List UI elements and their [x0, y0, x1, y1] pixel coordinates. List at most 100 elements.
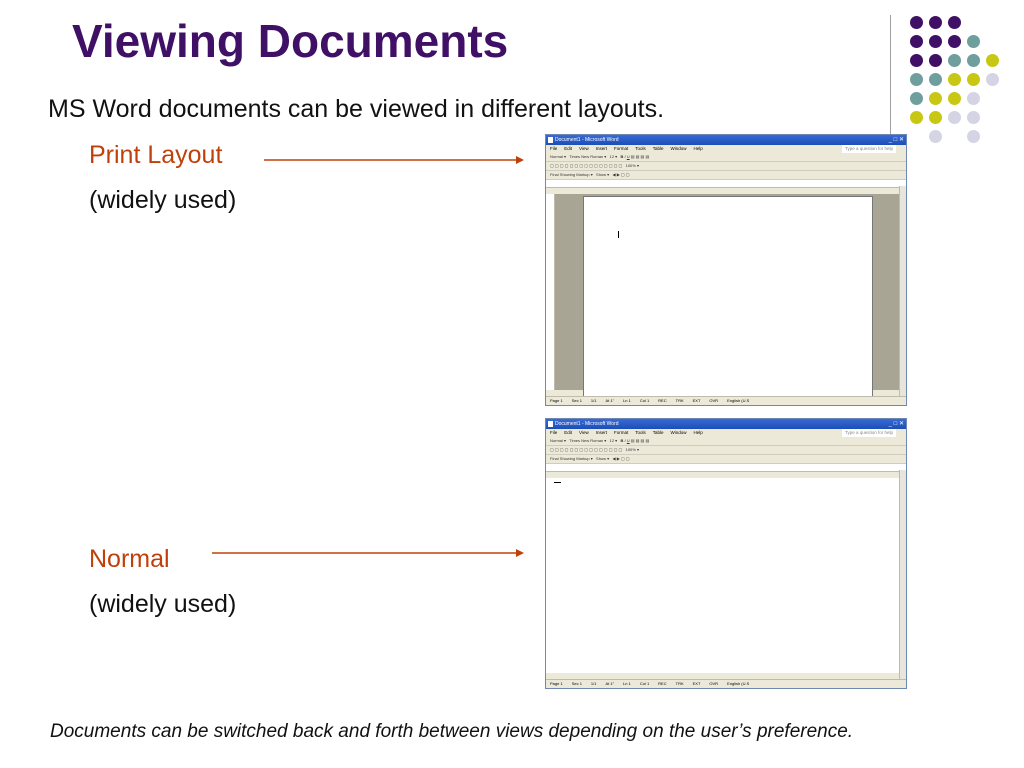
menu-item: Edit	[564, 430, 573, 435]
window-titlebar: Document1 - Microsoft Word _ □ ✕	[546, 419, 906, 429]
decorative-dot	[967, 111, 980, 124]
menu-item: View	[579, 146, 589, 151]
decorative-dot	[967, 54, 980, 67]
decorative-dot	[948, 73, 961, 86]
decorative-dot	[910, 35, 923, 48]
horizontal-ruler	[546, 464, 906, 472]
normal-arrow	[212, 549, 524, 557]
window-controls: _ □ ✕	[888, 421, 904, 427]
status-item: EXT	[692, 681, 701, 686]
decorative-dot	[929, 92, 942, 105]
text-cursor	[618, 231, 619, 238]
decorative-dot	[948, 111, 961, 124]
decorative-dot	[910, 111, 923, 124]
status-item: Page 1	[550, 398, 563, 403]
decorative-dot	[929, 16, 942, 29]
status-item: English (U.S	[727, 398, 750, 403]
menu-item: Format	[613, 146, 629, 151]
status-item: REC	[658, 681, 667, 686]
status-item: Col 1	[639, 681, 650, 686]
decorative-dot	[929, 111, 942, 124]
status-item: Sec 1	[571, 398, 582, 403]
end-of-document-mark	[554, 482, 561, 483]
menu-item: Help	[693, 146, 703, 151]
status-item: English (U.S	[727, 681, 750, 686]
status-bar: Page 1 Sec 1 1/1 At 1" Ln 1 Col 1 REC TRK EXT OVR…	[546, 396, 906, 405]
status-item: Col 1	[639, 398, 650, 403]
print-layout-note: (widely used)	[89, 186, 237, 214]
menu-item: Insert	[595, 430, 607, 435]
help-search-box: Type a question for help	[841, 145, 896, 153]
menu-item: View	[579, 430, 589, 435]
decorative-dot	[910, 73, 923, 86]
status-item: REC	[658, 398, 667, 403]
status-item: Sec 1	[571, 681, 582, 686]
menu-item: Insert	[595, 146, 607, 151]
decorative-dot	[929, 54, 942, 67]
decorative-dot	[986, 73, 999, 86]
reviewing-toolbar: Final Showing Markup ▾ Show ▾ ◀ ▶ ▢ ▢	[546, 455, 906, 464]
reviewing-toolbar: Final Showing Markup ▾ Show ▾ ◀ ▶ ▢ ▢	[546, 171, 906, 180]
menu-item: Window	[670, 146, 687, 151]
standard-toolbar: ▢ ▢ ▢ ▢ ▢ ▢ ▢ ▢ ▢ ▢ ▢ ▢ ▢ ▢ ▢ 100% ▾	[546, 162, 906, 171]
vertical-ruler	[546, 194, 555, 390]
status-item: OVR	[709, 398, 719, 403]
decorative-dot	[948, 16, 961, 29]
status-item: TRK	[675, 398, 684, 403]
standard-toolbar: ▢ ▢ ▢ ▢ ▢ ▢ ▢ ▢ ▢ ▢ ▢ ▢ ▢ ▢ ▢ 100% ▾	[546, 446, 906, 455]
decorative-dot	[948, 54, 961, 67]
window-controls: _ □ ✕	[888, 137, 904, 143]
status-item: 1/1	[590, 398, 597, 403]
decorative-dot	[948, 35, 961, 48]
word-icon	[548, 421, 553, 427]
print-layout-screenshot: Document1 - Microsoft Word _ □ ✕ File Edi…	[545, 134, 907, 406]
status-item: EXT	[692, 398, 701, 403]
formatting-toolbar: Normal ▾ Times New Roman ▾ 12 ▾ B I U ▤ …	[546, 153, 906, 162]
menu-item: File	[550, 146, 558, 151]
menu-item: Table	[652, 430, 664, 435]
slide-caption: Documents can be switched back and forth…	[50, 721, 854, 742]
slide-subtitle: MS Word documents can be viewed in diffe…	[48, 95, 665, 123]
slide-title: Viewing Documents	[72, 15, 509, 67]
menu-item: Help	[693, 430, 703, 435]
normal-note: (widely used)	[89, 590, 237, 618]
status-item: Ln 1	[623, 681, 631, 686]
print-layout-arrow	[264, 156, 524, 164]
document-page	[583, 196, 873, 398]
status-item: Page 1	[550, 681, 563, 686]
decorative-dot	[967, 92, 980, 105]
decorative-dot	[967, 130, 980, 143]
menu-bar: File Edit View Insert Format Tools Table Window…	[546, 429, 906, 437]
decorative-dot	[986, 54, 999, 67]
horizontal-ruler	[546, 180, 906, 188]
normal-label: Normal	[89, 545, 170, 573]
menu-item: Table	[652, 146, 664, 151]
decorative-dot	[967, 73, 980, 86]
vertical-scrollbar	[899, 186, 906, 396]
window-titlebar: Document1 - Microsoft Word _ □ ✕	[546, 135, 906, 145]
menu-item: Format	[613, 430, 629, 435]
normal-view-screenshot: Document1 - Microsoft Word _ □ ✕ File Edi…	[545, 418, 907, 689]
decorative-dot	[948, 92, 961, 105]
status-bar: Page 1 Sec 1 1/1 At 1" Ln 1 Col 1 REC TRK EXT OVR…	[546, 679, 906, 688]
document-area	[546, 478, 899, 673]
status-item: OVR	[709, 681, 719, 686]
menu-item: Tools	[635, 146, 646, 151]
status-item: At 1"	[605, 681, 615, 686]
menu-item: Tools	[635, 430, 646, 435]
menu-bar: File Edit View Insert Format Tools Table Window…	[546, 145, 906, 153]
print-layout-label: Print Layout	[89, 141, 223, 169]
word-icon	[548, 137, 553, 143]
status-item: 1/1	[590, 681, 597, 686]
decorative-dot	[929, 35, 942, 48]
decorative-dot-grid	[906, 16, 1024, 166]
decorative-dot	[910, 92, 923, 105]
page-area	[555, 194, 899, 398]
status-item: At 1"	[605, 398, 615, 403]
menu-item: Edit	[564, 146, 573, 151]
formatting-toolbar: Normal ▾ Times New Roman ▾ 12 ▾ B I U ▤ …	[546, 437, 906, 446]
decorative-dot	[910, 54, 923, 67]
menu-item: File	[550, 430, 558, 435]
decorative-dot	[910, 16, 923, 29]
decorative-dot	[929, 73, 942, 86]
